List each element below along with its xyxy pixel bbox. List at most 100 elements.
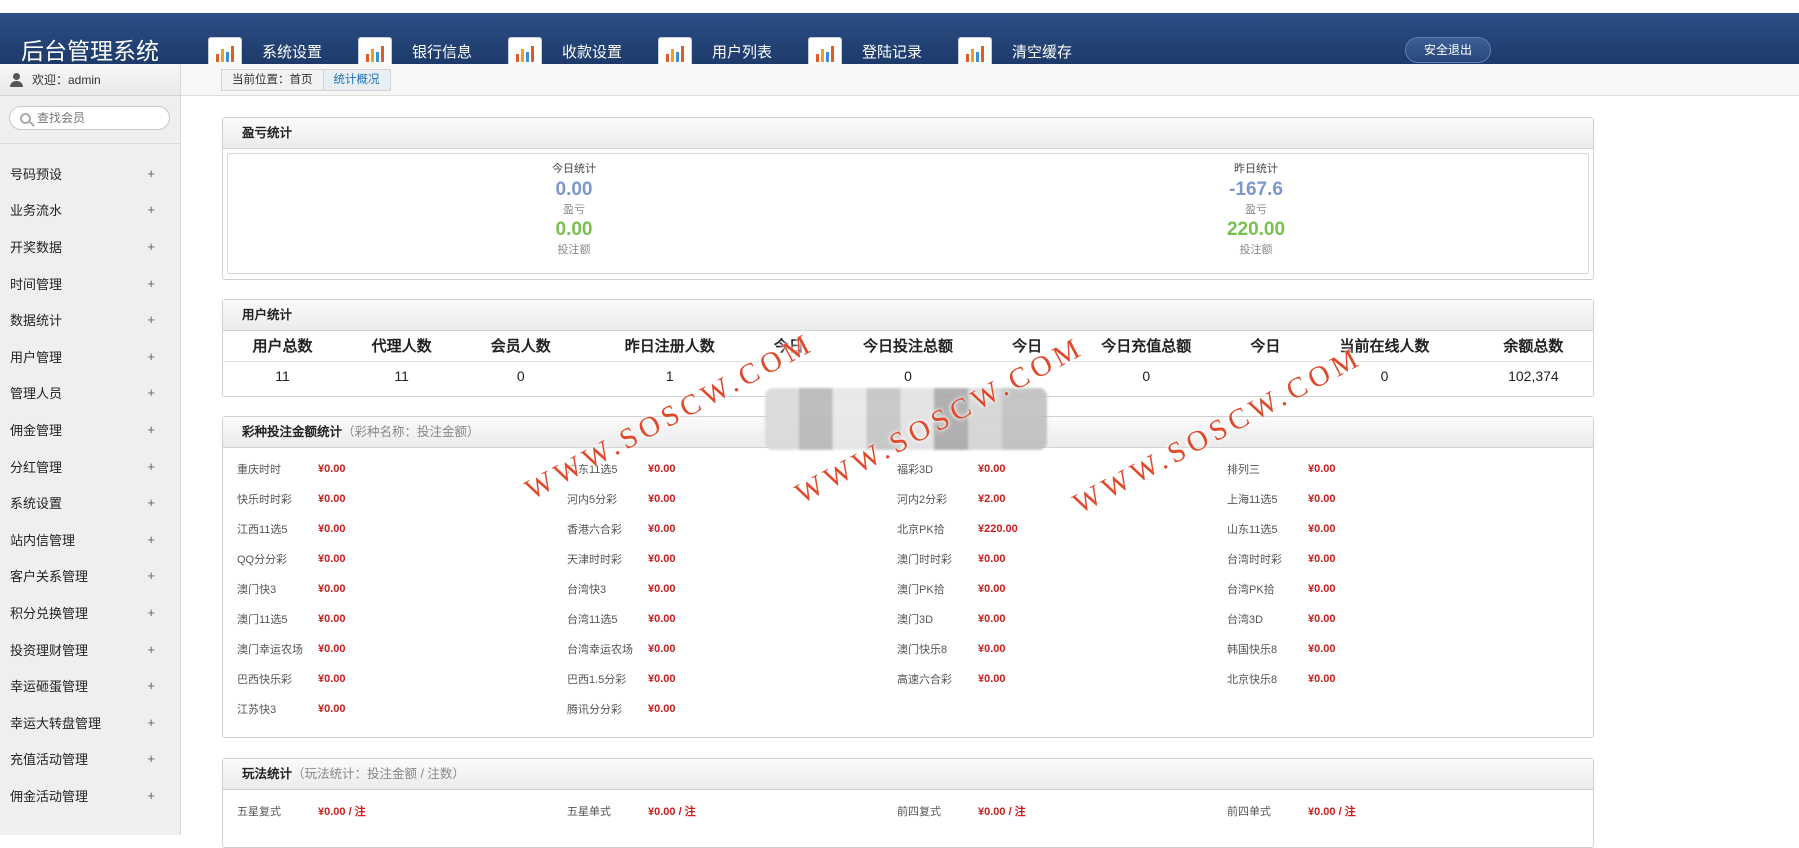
expand-plus-icon[interactable]: + xyxy=(147,495,155,510)
lottery-amount: ¥0.00 xyxy=(978,613,1006,625)
expand-plus-icon[interactable]: + xyxy=(147,459,155,474)
lottery-item: 江苏快3 ¥0.00 xyxy=(237,694,567,724)
lottery-name: 江苏快3 xyxy=(237,704,277,716)
sidebar-item-label: 幸运大转盘管理 xyxy=(10,715,102,731)
sidebar-item[interactable]: 系统设置 + xyxy=(0,484,180,521)
lottery-item: QQ分分彩 ¥0.00 xyxy=(237,544,567,574)
search-icon[interactable] xyxy=(20,112,31,124)
play-item: 前四单式 ¥0.00 / 注 xyxy=(1227,796,1557,826)
lottery-item: 澳门时时彩 ¥0.00 xyxy=(897,544,1227,574)
user-table-header: 昨日注册人数 xyxy=(624,338,715,356)
yesterday-title: 昨日统计 xyxy=(1234,163,1278,175)
expand-plus-icon[interactable]: + xyxy=(147,788,155,803)
expand-plus-icon[interactable]: + xyxy=(147,385,155,400)
lottery-name: 巴西快乐彩 xyxy=(237,674,292,686)
user-table-cell xyxy=(997,360,1057,390)
user-table-cell: 11 xyxy=(223,360,343,390)
lottery-amount: ¥0.00 xyxy=(648,463,676,475)
lottery-name: 重庆时时 xyxy=(237,464,281,476)
expand-plus-icon[interactable]: + xyxy=(147,751,155,766)
sidebar-item-label: 佣金管理 xyxy=(10,422,63,438)
sidebar-item[interactable]: 号码预设 + xyxy=(0,155,180,192)
yesterday-stats: 昨日统计 -167.6 盈亏 220.00 投注额 xyxy=(1106,160,1406,257)
expand-plus-icon[interactable]: + xyxy=(147,678,155,693)
lottery-item: 台湾时时彩 ¥0.00 xyxy=(1227,544,1557,574)
breadcrumb-current: 统计概况 xyxy=(322,70,390,90)
lottery-item: 香港六合彩 ¥0.00 xyxy=(567,514,897,544)
sidebar-item[interactable]: 用户管理 + xyxy=(0,338,180,375)
lottery-item: 腾讯分分彩 ¥0.00 xyxy=(567,694,897,724)
sidebar-item-label: 佣金活动管理 xyxy=(10,788,89,804)
expand-plus-icon[interactable]: + xyxy=(147,276,155,291)
lottery-name: 福彩3D xyxy=(897,464,934,476)
sidebar-item-label: 充值活动管理 xyxy=(10,752,89,768)
expand-plus-icon[interactable]: + xyxy=(147,349,155,364)
lottery-subtitle: （彩种名称：投注金额） xyxy=(342,425,480,439)
sidebar-item[interactable]: 客户关系管理 + xyxy=(0,558,180,595)
expand-plus-icon[interactable]: + xyxy=(147,568,155,583)
lottery-name: 河内2分彩 xyxy=(897,494,948,506)
sidebar-item[interactable]: 充值活动管理 + xyxy=(0,741,180,778)
expand-plus-icon[interactable]: + xyxy=(147,715,155,730)
lottery-name: 澳门幸运农场 xyxy=(237,644,303,656)
sidebar-item[interactable]: 管理人员 + xyxy=(0,375,180,412)
expand-plus-icon[interactable]: + xyxy=(147,642,155,657)
expand-plus-icon[interactable]: + xyxy=(147,312,155,327)
user-table-header: 用户总数 xyxy=(252,338,313,356)
expand-plus-icon[interactable]: + xyxy=(147,532,155,547)
lottery-item: 重庆时时 ¥0.00 xyxy=(237,454,567,484)
user-table-header: 今日投注总额 xyxy=(862,338,953,356)
expand-plus-icon[interactable]: + xyxy=(147,166,155,181)
play-name: 前四单式 xyxy=(1227,806,1271,818)
user-table-header: 当前在线人数 xyxy=(1339,338,1430,356)
chart-icon xyxy=(808,36,842,67)
sidebar-item[interactable]: 站内信管理 + xyxy=(0,521,180,558)
expand-plus-icon[interactable]: + xyxy=(147,422,155,437)
lottery-item: 巴西快乐彩 ¥0.00 xyxy=(237,664,567,694)
lottery-name: 台湾幸运农场 xyxy=(567,644,633,656)
sidebar-item[interactable]: 分红管理 + xyxy=(0,448,180,485)
sidebar-item[interactable]: 佣金活动管理 + xyxy=(0,777,180,814)
expand-plus-icon[interactable]: + xyxy=(147,605,155,620)
user-table-cell xyxy=(759,360,819,390)
lottery-amount: ¥0.00 xyxy=(648,673,676,685)
lottery-item: 排列三 ¥0.00 xyxy=(1227,454,1557,484)
lottery-item: 天津时时彩 ¥0.00 xyxy=(567,544,897,574)
sidebar-item[interactable]: 投资理财管理 + xyxy=(0,631,180,668)
user-table-header: 今日 xyxy=(1250,338,1281,356)
sidebar-item[interactable]: 佣金管理 + xyxy=(0,411,180,448)
logout-button[interactable]: 安全退出 xyxy=(1405,37,1491,63)
sidebar-item-label: 分红管理 xyxy=(10,459,63,475)
breadcrumb-home[interactable]: 当前位置：首页 xyxy=(222,70,323,90)
lottery-item: 福彩3D ¥0.00 xyxy=(897,454,1227,484)
sidebar-item[interactable]: 数据统计 + xyxy=(0,301,180,338)
lottery-amount: ¥0.00 xyxy=(978,643,1006,655)
sidebar-item-label: 用户管理 xyxy=(10,349,63,365)
sidebar-item[interactable]: 幸运大转盘管理 + xyxy=(0,704,180,741)
panel-title: 玩法统计（玩法统计：投注金额 / 注数） xyxy=(223,759,1593,790)
lottery-amount: ¥2.00 xyxy=(978,493,1006,505)
sidebar-item[interactable]: 业务流水 + xyxy=(0,192,180,229)
lottery-amount: ¥0.00 xyxy=(1308,463,1336,475)
lottery-amount: ¥0.00 xyxy=(1308,523,1336,535)
lottery-amount: ¥0.00 xyxy=(1308,553,1336,565)
search-box xyxy=(9,106,170,130)
sidebar-item[interactable]: 积分兑换管理 + xyxy=(0,594,180,631)
sidebar-item[interactable]: 幸运砸蛋管理 + xyxy=(0,667,180,704)
lottery-item: 台湾3D ¥0.00 xyxy=(1227,604,1557,634)
lottery-item: 台湾快3 ¥0.00 xyxy=(567,574,897,604)
lottery-item: 快乐时时彩 ¥0.00 xyxy=(237,484,567,514)
user-table-cell: 0 xyxy=(1056,360,1236,390)
expand-plus-icon[interactable]: + xyxy=(147,239,155,254)
search-input[interactable] xyxy=(37,111,162,125)
lottery-name: 澳门3D xyxy=(897,614,934,626)
expand-plus-icon[interactable]: + xyxy=(147,202,155,217)
sidebar-item[interactable]: 开奖数据 + xyxy=(0,228,180,265)
lottery-item: 台湾11选5 ¥0.00 xyxy=(567,604,897,634)
lottery-amount: ¥0.00 xyxy=(318,613,346,625)
panel-title: 用户统计 xyxy=(223,300,1593,331)
lottery-item: 澳门快3 ¥0.00 xyxy=(237,574,567,604)
sidebar-item[interactable]: 时间管理 + xyxy=(0,265,180,302)
user-table-header: 代理人数 xyxy=(371,338,432,356)
lottery-name: 台湾PK拾 xyxy=(1227,584,1275,596)
